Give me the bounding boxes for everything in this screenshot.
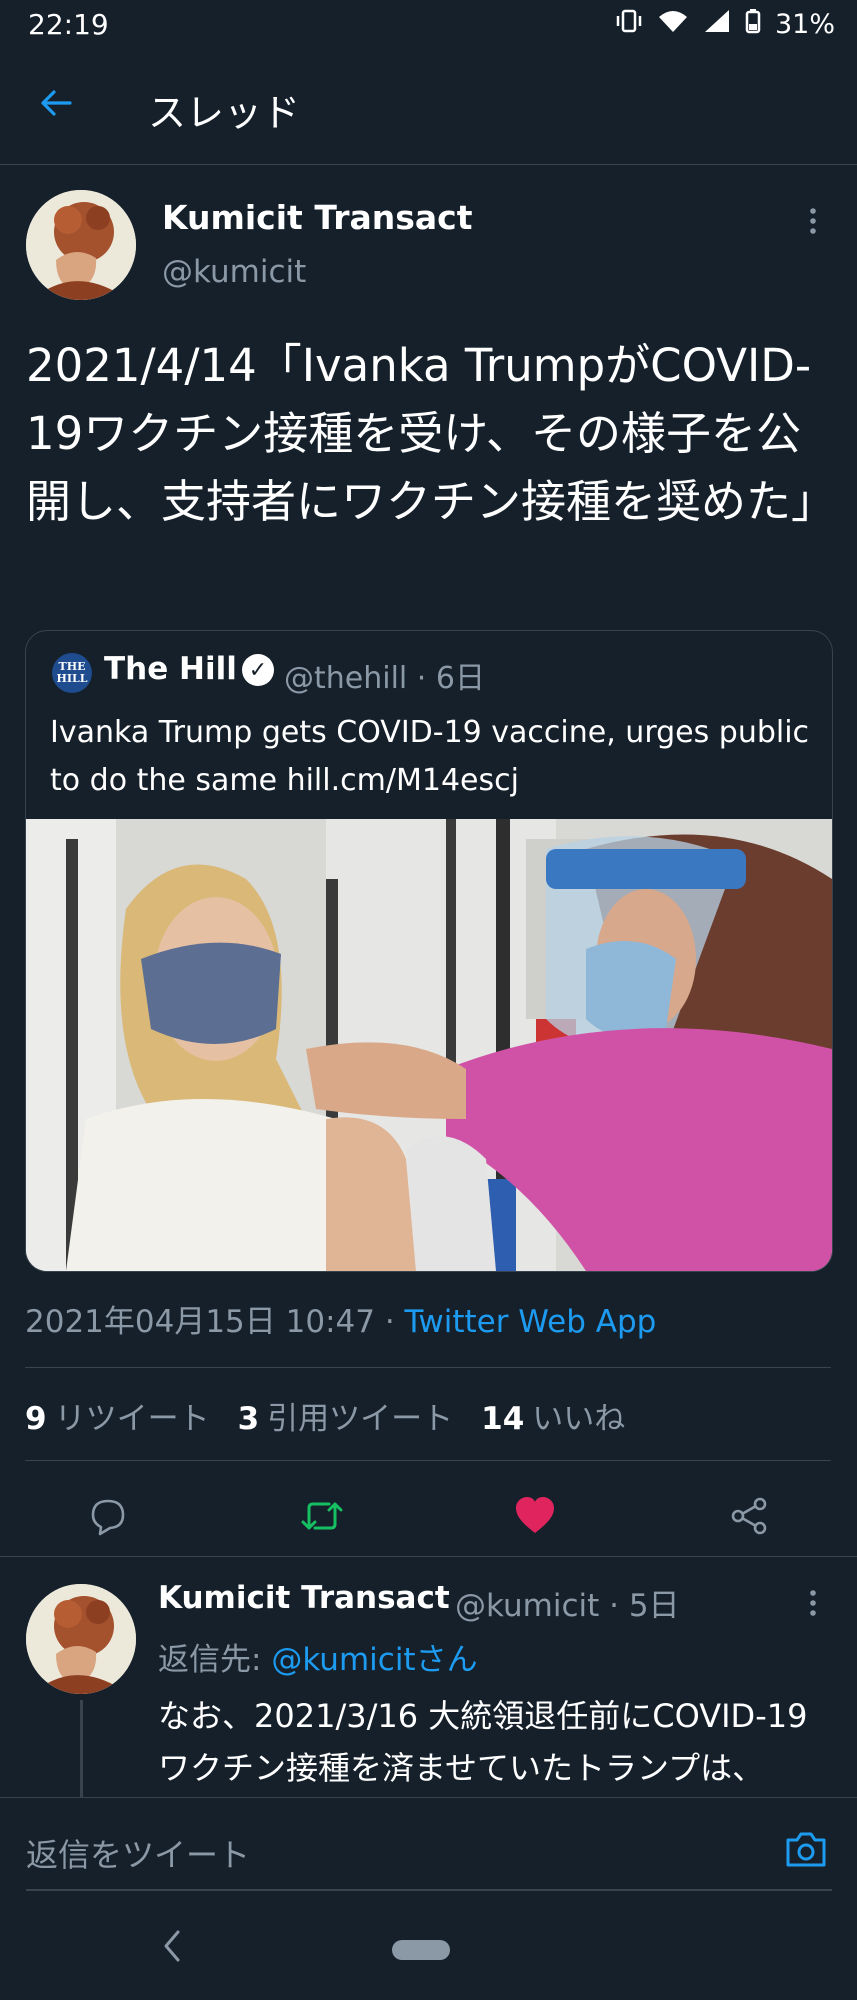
reply-icon[interactable] [78, 1486, 138, 1546]
author-handle[interactable]: @kumicit [162, 254, 306, 290]
the-hill-logo-icon: THE HILL [52, 653, 92, 693]
retweets-stat[interactable]: 9 リツイート [25, 1393, 210, 1438]
quotes-stat[interactable]: 3 引用ツイート [238, 1393, 454, 1438]
quoted-tweet-card[interactable]: THE HILL The Hill ✓ @thehill · 6日 Ivanka… [25, 630, 833, 1272]
app-header [0, 52, 857, 165]
wifi-icon [657, 8, 689, 41]
retweet-icon[interactable] [292, 1486, 352, 1546]
divider [25, 1367, 831, 1368]
back-arrow-icon[interactable] [38, 85, 74, 128]
reply-to-link[interactable]: @kumicitさん [271, 1642, 477, 1678]
reply-input[interactable]: 返信をツイート [26, 1830, 250, 1876]
vibrate-icon [615, 8, 643, 41]
more-options-icon[interactable] [808, 206, 818, 236]
quoted-tweet-text: Ivanka Trump gets COVID-19 vaccine, urge… [50, 715, 810, 798]
divider [0, 1556, 857, 1557]
source-link[interactable]: Twitter Web App [405, 1304, 657, 1340]
avatar[interactable] [26, 190, 136, 300]
nav-back-icon[interactable] [160, 1928, 184, 1974]
battery-icon [745, 8, 761, 41]
reply-to-line: 返信先: @kumicitさん [158, 1642, 478, 1678]
signal-icon [703, 8, 731, 41]
reply-avatar[interactable] [26, 1584, 136, 1694]
status-icons: 31% [615, 8, 835, 41]
thread-line [80, 1700, 83, 1800]
tweet-stats: 9 リツイート 3 引用ツイート 14 いいね [25, 1393, 625, 1438]
quoted-author-meta: @thehill · 6日 [284, 661, 485, 696]
share-icon[interactable] [719, 1486, 779, 1546]
author-name[interactable]: Kumicit Transact [162, 198, 473, 237]
tweet-timestamp: 2021年04月15日 10:47 · Twitter Web App [25, 1296, 656, 1341]
quoted-author-name: The Hill [104, 651, 237, 687]
reply-more-options-icon[interactable] [808, 1588, 818, 1618]
camera-icon[interactable] [785, 1830, 827, 1872]
likes-stat[interactable]: 14 いいね [481, 1393, 625, 1438]
like-heart-icon[interactable] [505, 1486, 565, 1546]
quoted-tweet-photo[interactable] [26, 819, 832, 1271]
input-underline [26, 1889, 832, 1891]
battery-percent: 31% [774, 9, 835, 40]
nav-home-pill[interactable] [392, 1940, 450, 1960]
verified-badge-icon: ✓ [242, 654, 274, 686]
divider [25, 1460, 831, 1461]
reply-meta: @kumicit · 5日 [455, 1588, 680, 1624]
timestamp-text: 2021年04月15日 10:47 · [25, 1304, 405, 1340]
tweet-text: 2021/4/14「Ivanka TrumpがCOVID-19ワクチン接種を受け… [26, 339, 837, 528]
status-time: 22:19 [28, 8, 109, 41]
page-title: スレッド [148, 91, 301, 135]
reply-author-name[interactable]: Kumicit Transact [158, 1580, 450, 1616]
